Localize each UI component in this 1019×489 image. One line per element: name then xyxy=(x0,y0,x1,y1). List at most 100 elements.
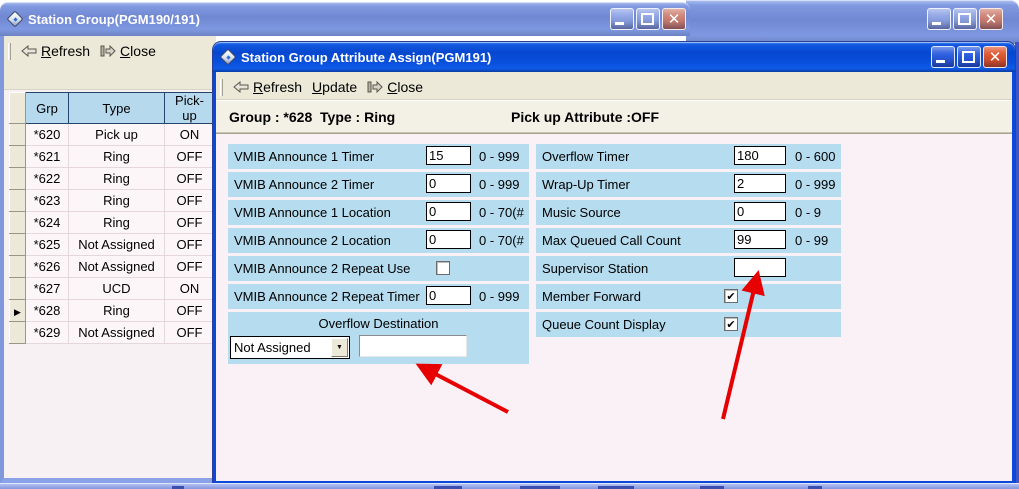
cell-type[interactable]: Pick up xyxy=(69,124,165,146)
vmib-announce-1-timer-input[interactable] xyxy=(426,146,471,165)
cell-grp[interactable]: *620 xyxy=(26,124,69,146)
close-button[interactable]: Close xyxy=(364,77,430,97)
row-selector-cell[interactable] xyxy=(10,322,26,344)
row-selector-cell[interactable] xyxy=(10,234,26,256)
close-button[interactable]: Close xyxy=(97,41,163,61)
row-selector-cell[interactable] xyxy=(10,168,26,190)
close-button[interactable]: ✕ xyxy=(979,8,1003,30)
vmib-announce-2-repeat-timer-input[interactable] xyxy=(426,286,471,305)
toolbar-gripper xyxy=(8,43,11,60)
update-button[interactable]: Update xyxy=(309,77,364,97)
cell-pickup[interactable]: OFF xyxy=(165,146,215,168)
row-selector-cell[interactable]: ▶ xyxy=(10,300,26,322)
cell-grp[interactable]: *626 xyxy=(26,256,69,278)
field-label: Queue Count Display xyxy=(542,317,666,332)
minimize-button[interactable] xyxy=(927,8,951,30)
cell-type[interactable]: Ring xyxy=(69,300,165,322)
field-range: 0 - 999 xyxy=(479,177,519,192)
dialog-toolbar: Refresh Update Close xyxy=(216,72,1012,100)
row-selector-cell[interactable] xyxy=(10,146,26,168)
table-row: *625Not AssignedOFF xyxy=(10,234,215,256)
cell-type[interactable]: UCD xyxy=(69,278,165,300)
cell-grp[interactable]: *624 xyxy=(26,212,69,234)
supervisor-station-input[interactable] xyxy=(734,258,786,277)
overflow-destination-input[interactable] xyxy=(359,335,467,357)
overflow-timer-input[interactable] xyxy=(734,146,786,165)
overflow-destination-label: Overflow Destination xyxy=(228,312,529,331)
minimize-button[interactable] xyxy=(610,8,634,30)
maximize-button[interactable] xyxy=(953,8,977,30)
cell-grp[interactable]: *629 xyxy=(26,322,69,344)
cell-grp[interactable]: *625 xyxy=(26,234,69,256)
field-row-music-source: Music Source0 - 9 xyxy=(536,200,841,225)
field-label: Wrap-Up Timer xyxy=(542,177,630,192)
row-selector-cell[interactable] xyxy=(10,124,26,146)
cell-grp[interactable]: *627 xyxy=(26,278,69,300)
row-selector-cell[interactable] xyxy=(10,256,26,278)
cell-pickup[interactable]: OFF xyxy=(165,322,215,344)
cell-type[interactable]: Not Assigned xyxy=(69,322,165,344)
column-header: Type xyxy=(69,93,165,124)
cell-pickup[interactable]: OFF xyxy=(165,234,215,256)
vmib-announce-2-timer-input[interactable] xyxy=(426,174,471,193)
cell-type[interactable]: Ring xyxy=(69,190,165,212)
row-selector-cell[interactable] xyxy=(10,190,26,212)
field-label: VMIB Announce 2 Repeat Timer xyxy=(234,289,420,304)
cell-grp[interactable]: *622 xyxy=(26,168,69,190)
cell-type[interactable]: Ring xyxy=(69,146,165,168)
field-label: VMIB Announce 1 Location xyxy=(234,205,391,220)
pickup-attribute-status: Pick up Attribute :OFF xyxy=(511,109,659,125)
refresh-arrow-icon xyxy=(21,45,37,57)
close-button[interactable]: ✕ xyxy=(662,8,686,30)
minimize-icon xyxy=(615,22,624,25)
vmib-announce-2-location-input[interactable] xyxy=(426,230,471,249)
chevron-down-icon[interactable]: ▼ xyxy=(331,338,348,357)
cell-pickup[interactable]: ON xyxy=(165,278,215,300)
field-row-vmib-announce-2-repeat-use: VMIB Announce 2 Repeat Use xyxy=(228,256,529,281)
left-field-column: VMIB Announce 1 Timer0 - 999 VMIB Announc… xyxy=(228,144,529,312)
toolbar-gripper xyxy=(220,79,223,96)
maximize-button[interactable] xyxy=(636,8,660,30)
cell-grp[interactable]: *623 xyxy=(26,190,69,212)
field-row-vmib-announce-1-timer: VMIB Announce 1 Timer0 - 999 xyxy=(228,144,529,169)
maximize-button[interactable] xyxy=(957,46,981,68)
overflow-destination-dropdown[interactable]: Not Assigned ▼ xyxy=(230,336,350,359)
maximize-icon xyxy=(958,13,971,25)
refresh-button[interactable]: Refresh xyxy=(18,41,97,61)
cell-grp[interactable]: *628 xyxy=(26,300,69,322)
column-header: Grp xyxy=(26,93,69,124)
station-group-title: Station Group(PGM190/191) xyxy=(28,12,200,27)
cell-type[interactable]: Ring xyxy=(69,168,165,190)
cell-type[interactable]: Not Assigned xyxy=(69,256,165,278)
member-forward-checkbox[interactable]: ✔ xyxy=(724,289,738,303)
wrap-up-timer-input[interactable] xyxy=(734,174,786,193)
cell-pickup[interactable]: OFF xyxy=(165,212,215,234)
table-header-row: GrpTypePick-up xyxy=(10,93,215,124)
minimize-button[interactable] xyxy=(931,46,955,68)
cell-pickup[interactable]: OFF xyxy=(165,168,215,190)
cell-pickup[interactable]: OFF xyxy=(165,256,215,278)
table-row: *620Pick upON xyxy=(10,124,215,146)
vmib-announce-2-repeat-use-checkbox[interactable] xyxy=(436,261,450,275)
cell-pickup[interactable]: OFF xyxy=(165,190,215,212)
vmib-announce-1-location-input[interactable] xyxy=(426,202,471,221)
field-label: Supervisor Station xyxy=(542,261,648,276)
cell-type[interactable]: Not Assigned xyxy=(69,234,165,256)
row-selector-cell[interactable] xyxy=(10,278,26,300)
refresh-button[interactable]: Refresh xyxy=(230,77,309,97)
music-source-input[interactable] xyxy=(734,202,786,221)
row-selector-cell[interactable] xyxy=(10,212,26,234)
cell-pickup[interactable]: OFF xyxy=(165,300,215,322)
overflow-destination-panel: Overflow Destination Not Assigned ▼ xyxy=(228,312,529,364)
close-button[interactable]: ✕ xyxy=(983,46,1007,68)
field-row-overflow-timer: Overflow Timer0 - 600 xyxy=(536,144,841,169)
cell-pickup[interactable]: ON xyxy=(165,124,215,146)
max-queued-call-count-input[interactable] xyxy=(734,230,786,249)
minimize-icon xyxy=(936,60,945,63)
current-row-marker: ▶ xyxy=(14,307,21,317)
cell-type[interactable]: Ring xyxy=(69,212,165,234)
maximize-icon xyxy=(962,51,975,63)
cell-grp[interactable]: *621 xyxy=(26,146,69,168)
station-group-toolbar: Refresh Close xyxy=(4,36,216,90)
queue-count-display-checkbox[interactable]: ✔ xyxy=(724,317,738,331)
